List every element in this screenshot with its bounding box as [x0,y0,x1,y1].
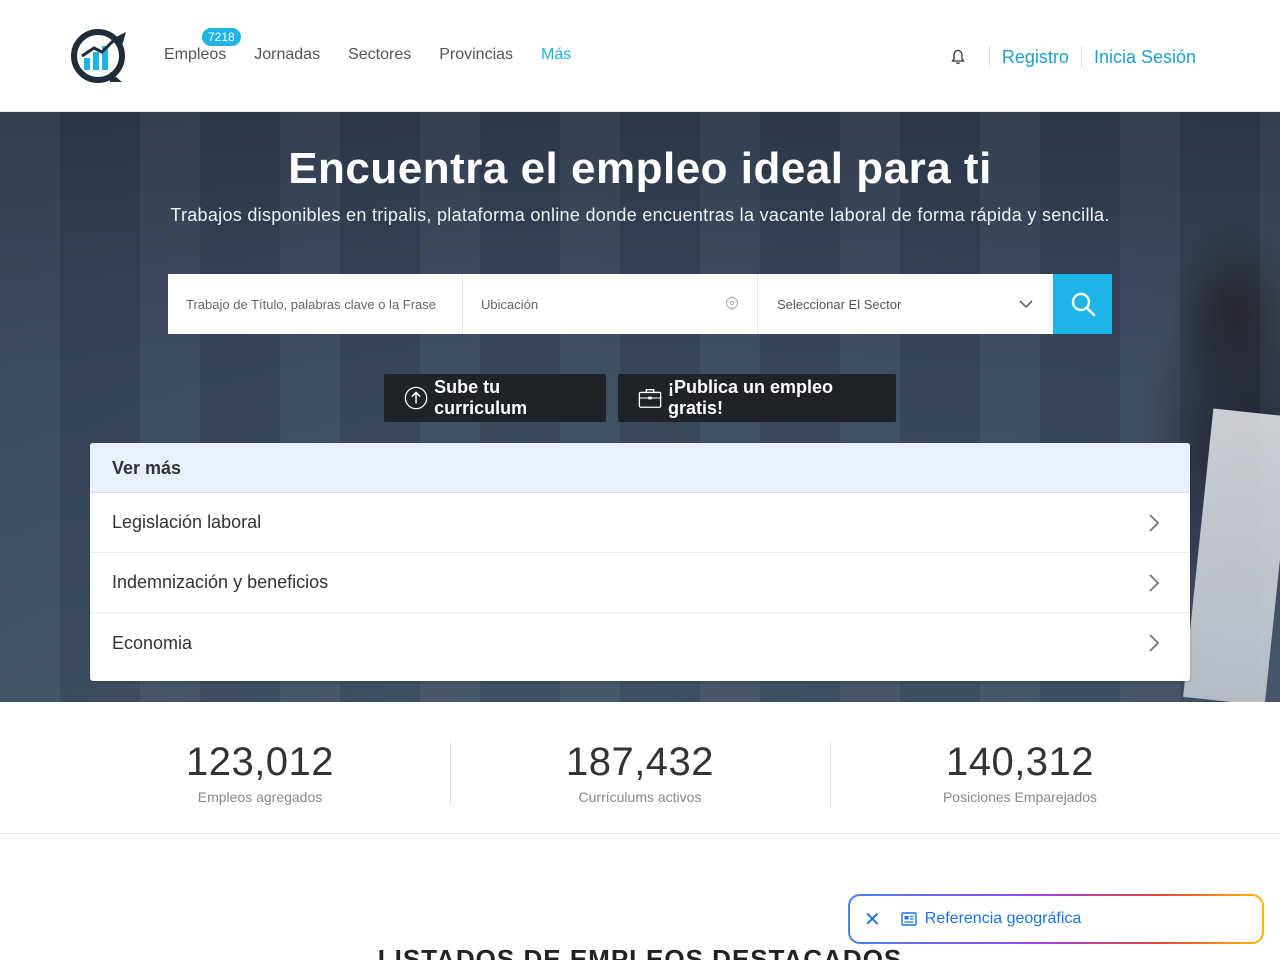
featured-jobs-title: LISTADOS DE EMPLEOS DESTACADOS [377,944,903,960]
ver-mas-item-legislacion[interactable]: Legislación laboral [90,493,1190,553]
site-logo[interactable] [70,28,130,84]
logo-icon [71,29,126,83]
search-icon [1071,292,1095,317]
nav-empleos[interactable]: Empleos 7218 [164,28,241,64]
stat-matches: 140,312 Posiciones Emparejados [830,740,1210,805]
nav-sectores[interactable]: Sectores [348,46,411,64]
jobs-count-badge: 7218 [202,28,241,46]
news-card-icon [901,912,917,926]
header-actions: Registro Inicia Sesión [951,44,1196,70]
keywords-field-wrap [168,274,463,334]
site-header: Empleos 7218 Jornadas Sectores Provincia… [0,0,1280,112]
stat-label: Empleos agregados [197,789,323,805]
stat-value: 187,432 [565,740,715,784]
chevron-right-icon [1149,573,1160,592]
publish-job-label: ¡Publica un empleo gratis! [668,377,834,418]
ver-mas-item-economia[interactable]: Economia [90,613,1190,673]
nav-provincias[interactable]: Provincias [439,46,513,64]
nav-empleos-label: Empleos [164,46,227,63]
register-link[interactable]: Registro [1002,47,1069,68]
nav-jornadas[interactable]: Jornadas [254,46,320,64]
hero-section: Encuentra el empleo ideal para ti Trabaj… [0,112,1280,702]
hero-actions: Sube tu curriculum ¡Publica un empleo gr… [384,374,896,422]
stat-value: 140,312 [945,740,1095,784]
chevron-right-icon [1149,513,1160,532]
hero-subtitle: Trabajos disponibles en tripalis, plataf… [170,205,1110,225]
stat-resumes: 187,432 Currículums activos [450,740,830,805]
stat-label: Currículums activos [578,789,702,805]
nav-mas[interactable]: Más [541,46,571,64]
sector-select-value: Seleccionar El Sector [777,296,902,312]
list-item-label: Legislación laboral [112,512,262,532]
header-divider [988,46,990,68]
ver-mas-title: Ver más [90,443,1190,493]
hero-title: Encuentra el empleo ideal para ti [288,144,992,193]
hero-background-newspaper [1183,408,1280,702]
location-input[interactable] [481,296,739,312]
sector-select[interactable]: Seleccionar El Sector [758,274,1053,334]
chevron-right-icon [1149,634,1160,652]
stat-label: Posiciones Emparejados [942,789,1098,805]
briefcase-icon [638,389,662,408]
stats-section: 123,012 Empleos agregados 187,432 Curríc… [0,702,1280,834]
locate-icon[interactable] [725,296,739,310]
bell-icon[interactable] [951,49,965,65]
login-link[interactable]: Inicia Sesión [1094,47,1196,68]
chevron-down-icon [1019,299,1033,308]
keywords-input[interactable] [186,296,444,312]
list-item-label: Indemnización y beneficios [112,572,329,592]
ver-mas-panel: Ver más Legislación laboral Indemnizació… [90,443,1190,681]
close-icon[interactable]: ✕ [864,907,881,932]
geo-reference-label[interactable]: Referencia geográfica [925,910,1082,928]
job-search-form: Seleccionar El Sector [168,274,1112,334]
upload-cv-label: Sube tu curriculum [434,377,528,418]
search-button[interactable] [1053,274,1112,334]
stat-jobs: 123,012 Empleos agregados [70,740,450,805]
ver-mas-item-indemnizacion[interactable]: Indemnización y beneficios [90,553,1190,613]
upload-cv-button[interactable]: Sube tu curriculum [384,374,606,422]
header-divider [1080,46,1082,68]
upload-icon [404,386,428,410]
geo-reference-inner: ✕ Referencia geográfica [850,896,1262,942]
list-item-label: Economia [112,632,193,653]
publish-job-button[interactable]: ¡Publica un empleo gratis! [618,374,896,422]
geo-reference-chip: ✕ Referencia geográfica [848,894,1264,944]
main-nav: Empleos 7218 Jornadas Sectores Provincia… [164,28,571,64]
location-field-wrap [463,274,758,334]
stat-value: 123,012 [185,740,335,784]
